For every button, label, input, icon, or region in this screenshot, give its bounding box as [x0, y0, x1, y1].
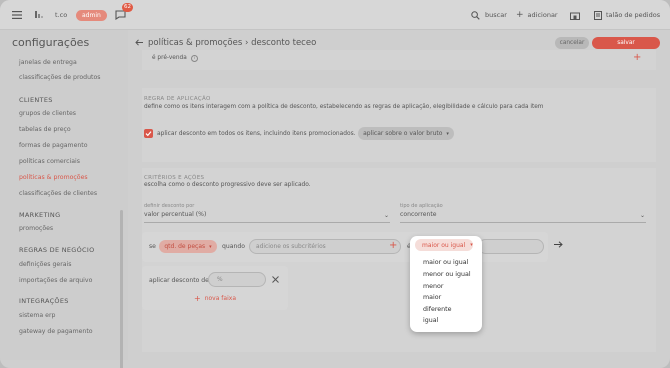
sidebar-item-promotions[interactable]: promoções [19, 225, 53, 232]
sidebar-section-clients: CLIENTES [19, 96, 53, 104]
sidebar-item-commercial-policies[interactable]: políticas comerciais [19, 158, 80, 165]
chevron-down-icon: ▾ [446, 130, 449, 137]
apply-all-checkbox[interactable] [144, 129, 153, 138]
rule-card: REGRA DE APLICAÇÃO define como os itens … [142, 88, 656, 162]
orders-button[interactable]: talão de pedidos [594, 0, 660, 30]
criteria-section-title: CRITÉRIOS E AÇÕES [144, 175, 205, 181]
apply-all-label: aplicar desconto em todos os itens, incl… [157, 131, 356, 137]
discount-by-value[interactable]: valor percentual (%) [144, 211, 206, 218]
sidebar-item-file-imports[interactable]: importações de arquivo [19, 277, 92, 284]
operator-option-lt[interactable]: menor [423, 283, 443, 290]
store-logo-icon [34, 0, 44, 30]
discount-by-underline [144, 222, 390, 223]
operator-option-gt[interactable]: maior [423, 294, 441, 301]
apply-type-value[interactable]: concorrente [400, 211, 437, 218]
receipt-icon [594, 10, 602, 20]
operator-option-eq[interactable]: igual [423, 317, 438, 324]
percent-placeholder: % [217, 276, 223, 283]
search-label: buscar [485, 11, 507, 19]
sidebar-section-integrations: INTEGRAÇÕES [19, 297, 69, 305]
operator-selected-label: maior ou igual [422, 241, 466, 249]
save-button[interactable]: salvar [592, 37, 660, 49]
role-badge: admin [76, 9, 107, 21]
close-icon[interactable] [272, 276, 279, 283]
subcriteria-input[interactable]: adicione os subcritérios + [249, 239, 401, 254]
rule-section-title: REGRA DE APLICAÇÃO [144, 96, 211, 102]
sidebar: configurações janelas de entrega classif… [0, 30, 128, 368]
cancel-button[interactable]: cancelar [555, 37, 589, 49]
store-front-icon[interactable] [570, 0, 580, 30]
operator-option-neq[interactable]: diferente [423, 306, 452, 313]
new-range-label: nova faixa [204, 295, 236, 302]
apply-type-label: tipo de aplicação [400, 203, 443, 209]
sidebar-item-general-settings[interactable]: definições gerais [19, 261, 71, 268]
info-icon[interactable]: i [191, 55, 198, 62]
percent-input[interactable]: % [208, 272, 266, 287]
apply-value-select-label: aplicar sobre o valor bruto [363, 130, 443, 137]
if-label: se [149, 243, 156, 250]
add-presale-icon[interactable]: + [633, 52, 641, 63]
when-label: quando [222, 243, 245, 250]
criteria-description: escolha como o desconto progressivo deve… [144, 182, 311, 188]
add-label: adicionar [527, 11, 558, 19]
back-arrow-icon[interactable] [135, 39, 143, 46]
search-button[interactable]: buscar [471, 0, 507, 30]
discount-row: aplicar desconto de % + nova faixa [142, 266, 288, 310]
sidebar-item-client-groups[interactable]: grupos de clientes [19, 110, 76, 117]
operator-select[interactable]: maior ou igual ▾ [415, 239, 473, 251]
chevron-down-icon[interactable]: ⌄ [640, 212, 645, 219]
menu-icon[interactable] [12, 0, 22, 30]
apply-discount-label: aplicar desconto de [149, 277, 209, 284]
operator-option-lte[interactable]: menor ou igual [423, 271, 471, 278]
orders-label: talão de pedidos [606, 11, 661, 19]
presale-card: é pré-venda i + [142, 50, 656, 70]
condition-row: se qtd. de peças ▾ quando adicione os su… [142, 232, 548, 262]
sidebar-item-price-tables[interactable]: tabelas de preço [19, 126, 71, 133]
sidebar-item-erp-system[interactable]: sistema erp [19, 312, 55, 319]
apply-value-select[interactable]: aplicar sobre o valor bruto ▾ [358, 127, 454, 140]
chevron-down-icon[interactable]: ⌄ [384, 212, 389, 219]
role-badge-wrap: admin [76, 0, 107, 30]
plus-icon: + [194, 294, 201, 303]
check-icon [145, 131, 152, 137]
breadcrumb: políticas & promoções › desconto teceo [148, 38, 317, 48]
sidebar-section-marketing: MARKETING [19, 211, 61, 219]
quantity-select-label: qtd. de peças [164, 243, 206, 250]
search-icon [471, 10, 480, 20]
rule-description: define como os itens interagem com a pol… [144, 104, 544, 110]
sidebar-item-policies-promotions[interactable]: políticas & promoções [19, 174, 88, 181]
store-name[interactable]: t.co [55, 0, 67, 30]
sidebar-item-client-classifications[interactable]: classificações de clientes [19, 190, 97, 197]
criteria-card: CRITÉRIOS E AÇÕES escolha como o descont… [142, 168, 656, 352]
arrow-right-icon[interactable] [554, 241, 563, 248]
subcriteria-placeholder: adicione os subcritérios [256, 243, 326, 250]
new-range-button[interactable]: + nova faixa [194, 294, 236, 303]
add-button[interactable]: + adicionar [516, 0, 558, 30]
quantity-select[interactable]: qtd. de peças ▾ [159, 240, 217, 253]
sidebar-item-product-classifications[interactable]: classificações de produtos [19, 74, 100, 81]
value-input[interactable] [478, 239, 544, 254]
add-subcriteria-icon[interactable]: + [389, 240, 397, 251]
discount-by-label: definir desconto por [144, 203, 195, 209]
notification-count: 62 [122, 3, 133, 12]
sidebar-item-delivery-windows[interactable]: janelas de entrega [19, 59, 77, 66]
plus-icon: + [516, 10, 524, 20]
sidebar-scrollbar[interactable] [120, 210, 123, 368]
app-window: t.co admin 62 buscar + adicionar talão d… [0, 0, 670, 368]
presale-label: é pré-venda [152, 55, 187, 61]
top-bar: t.co admin 62 buscar + adicionar talão d… [0, 0, 670, 30]
sidebar-item-payment-gateway[interactable]: gateway de pagamento [19, 328, 93, 335]
sidebar-section-business-rules: REGRAS DE NEGÓCIO [19, 246, 95, 254]
sidebar-item-payment-methods[interactable]: formas de pagamento [19, 142, 88, 149]
sidebar-title: configurações [12, 36, 90, 49]
chevron-down-icon: ▾ [209, 243, 212, 250]
apply-type-underline [400, 222, 646, 223]
operator-option-gte[interactable]: maior ou igual [423, 259, 468, 266]
operator-dropdown[interactable]: maior ou igual ▾ maior ou igual menor ou… [410, 236, 482, 332]
main-content: é pré-venda i + REGRA DE APLICAÇÃO defin… [128, 50, 670, 360]
chevron-down-icon: ▾ [470, 242, 473, 248]
